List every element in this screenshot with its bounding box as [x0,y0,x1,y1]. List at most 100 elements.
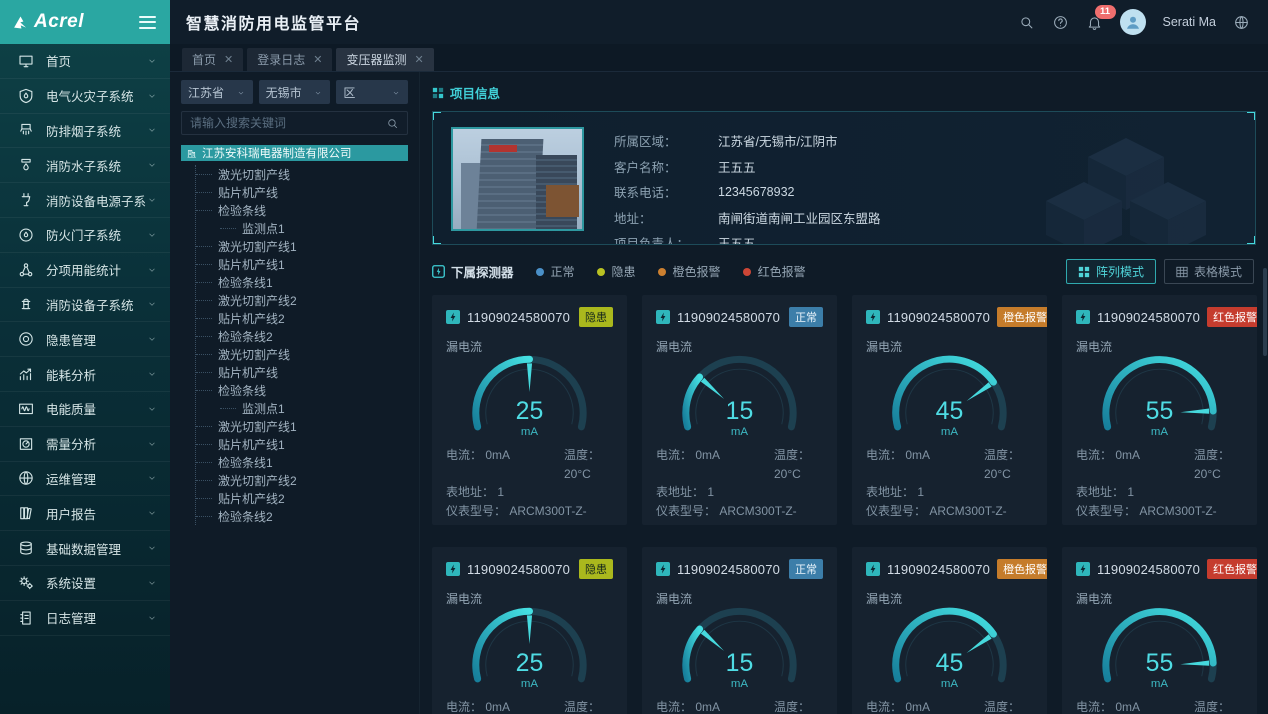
detector-card[interactable]: 11909024580070隐患漏电流25mA电流： 0mA温度： 20°C表地… [432,547,627,714]
tree-node[interactable]: 检验条线1 [196,453,408,471]
tree-node[interactable]: 贴片机产线 [196,183,408,201]
tree-node[interactable]: 激光切割产线1 [196,417,408,435]
metric-label: 漏电流 [1076,338,1243,355]
tree-node[interactable]: 贴片机产线 [196,363,408,381]
sidebar-item-home[interactable]: 首页 [0,44,170,79]
sidebar-item-fire-power[interactable]: 消防设备电源子系统 [0,183,170,218]
detail-row: 电流： 0mA温度： 20°C [866,446,1033,483]
tree-node[interactable]: 激光切割产线1 [196,237,408,255]
tab-0[interactable]: 首页✕ [182,48,243,71]
detector-card[interactable]: 11909024580070正常漏电流15mA电流： 0mA温度： 20°C表地… [642,547,837,714]
tree-node-label: 贴片机产线 [218,184,278,201]
user-name[interactable]: Serati Ma [1163,15,1217,29]
sidebar-item-energy-analysis[interactable]: 能耗分析 [0,357,170,392]
detector-card[interactable]: 11909024580070红色报警漏电流55mA电流： 0mA温度： 20°C… [1062,547,1257,714]
sidebar-item-fire-door[interactable]: 防火门子系统 [0,218,170,253]
chevron-down-icon [146,159,158,171]
building-icon [186,148,197,159]
chevron-down-icon [146,194,158,206]
tab-1[interactable]: 登录日志✕ [247,48,332,71]
tree-connector [196,318,212,319]
tree-node[interactable]: 贴片机产线1 [196,255,408,273]
detector-card[interactable]: 11909024580070正常漏电流15mA电流： 0mA温度： 20°C表地… [642,295,837,525]
tree-node[interactable]: 激光切割产线2 [196,471,408,489]
tree-node[interactable]: 激光切割产线 [196,165,408,183]
tab-close-icon[interactable]: ✕ [224,53,233,66]
tab-close-icon[interactable]: ✕ [414,53,423,66]
tree-node[interactable]: 检验条线2 [196,507,408,525]
tree-node-label: 激光切割产线 [218,166,290,183]
tree-search-input[interactable] [190,116,386,130]
sidebar-item-power-quality[interactable]: 电能质量 [0,392,170,427]
tree-node[interactable]: 监测点1 [220,399,408,417]
search-icon[interactable] [386,117,399,130]
sidebar-item-system-settings[interactable]: 系统设置 [0,566,170,601]
brand-logo[interactable]: Acrel [12,11,84,33]
tree-node[interactable]: 贴片机产线2 [196,489,408,507]
tree-node[interactable]: 检验条线1 [196,273,408,291]
sidebar-item-hazard-mgmt[interactable]: 隐患管理 [0,322,170,357]
sidebar-item-electrical-fire[interactable]: 电气火灾子系统 [0,79,170,114]
legend-item[interactable]: 隐患 [597,263,636,280]
card-header: 11909024580070橙色报警 [866,559,1033,579]
region-select-2[interactable]: 区 [336,80,408,104]
project-field-row: 所属区域：江苏省/无锡市/江阴市 [614,131,881,150]
sidebar-item-user-report[interactable]: 用户报告 [0,496,170,531]
field-value: 王五五 [718,233,756,245]
scrollbar[interactable] [1263,268,1267,356]
sidebar-item-fire-equipment[interactable]: 消防设备子系统 [0,288,170,323]
region-select-1[interactable]: 无锡市 [259,80,331,104]
legend-item[interactable]: 红色报警 [743,263,806,280]
notifications-bell-icon[interactable]: 11 [1086,14,1103,31]
gauge-wrap: 55mA [1076,607,1243,695]
tab-close-icon[interactable]: ✕ [313,53,322,66]
temperature-value: 温度： 20°C [1194,698,1243,714]
tree-node[interactable]: 激光切割产线2 [196,291,408,309]
page-title: 智慧消防用电监管平台 [186,10,361,34]
tree-node[interactable]: 检验条线 [196,381,408,399]
tree-node[interactable]: 检验条线 [196,201,408,219]
detector-card[interactable]: 11909024580070隐患漏电流25mA电流： 0mA温度： 20°C表地… [432,295,627,525]
legend-item[interactable]: 正常 [536,263,575,280]
tree-connector [196,246,212,247]
detector-details: 电流： 0mA温度： 20°C表地址： 1仪表型号： ARCM300T-Z-GU… [1076,446,1243,525]
detectors-toolbar: 下属探测器 正常 隐患 橙色报警 红色报警 阵列模式表格模式 [432,259,1254,284]
current-value: 电流： 0mA [656,698,774,714]
language-globe-icon[interactable] [1233,14,1250,31]
sidebar-item-base-data[interactable]: 基础数据管理 [0,531,170,566]
energy-analysis-icon [17,365,35,383]
tree-node[interactable]: 检验条线2 [196,327,408,345]
sidebar-item-log-mgmt[interactable]: 日志管理 [0,601,170,636]
search-icon[interactable] [1018,14,1035,31]
leakage-gauge: 15mA [656,607,823,695]
tree-root-company[interactable]: 江苏安科瑞电器制造有限公司 [181,145,408,161]
sidebar-item-label: 需量分析 [46,434,146,453]
help-icon[interactable] [1052,14,1069,31]
avatar[interactable] [1120,9,1146,35]
sidebar-item-label: 基础数据管理 [46,539,146,558]
sidebar-item-ops-mgmt[interactable]: 运维管理 [0,462,170,497]
grid-icon [1078,266,1090,278]
sidebar-item-energy-stat[interactable]: 分项用能统计 [0,253,170,288]
region-select-0[interactable]: 江苏省 [181,80,253,104]
legend-item[interactable]: 橙色报警 [658,263,721,280]
tree-node[interactable]: 贴片机产线2 [196,309,408,327]
menu-toggle-icon[interactable] [139,16,156,29]
sidebar-item-smoke-exhaust[interactable]: 防排烟子系统 [0,114,170,149]
sidebar-item-demand-analysis[interactable]: 需量分析 [0,427,170,462]
detectors-title-group: 下属探测器 [432,262,514,281]
tab-2[interactable]: 变压器监测✕ [336,48,433,71]
detector-card[interactable]: 11909024580070橙色报警漏电流45mA电流： 0mA温度： 20°C… [852,295,1047,525]
chevron-down-icon [236,87,246,97]
current-value: 电流： 0mA [866,446,984,483]
tree-connector [196,264,212,265]
detector-card[interactable]: 11909024580070橙色报警漏电流45mA电流： 0mA温度： 20°C… [852,547,1047,714]
corner-accent [1247,111,1256,120]
mode-button-grid[interactable]: 阵列模式 [1066,259,1156,284]
detector-card[interactable]: 11909024580070红色报警漏电流55mA电流： 0mA温度： 20°C… [1062,295,1257,525]
tree-node[interactable]: 激光切割产线 [196,345,408,363]
mode-button-table[interactable]: 表格模式 [1164,259,1254,284]
sidebar-item-fire-water[interactable]: 消防水子系统 [0,148,170,183]
tree-node[interactable]: 监测点1 [220,219,408,237]
tree-node[interactable]: 贴片机产线1 [196,435,408,453]
